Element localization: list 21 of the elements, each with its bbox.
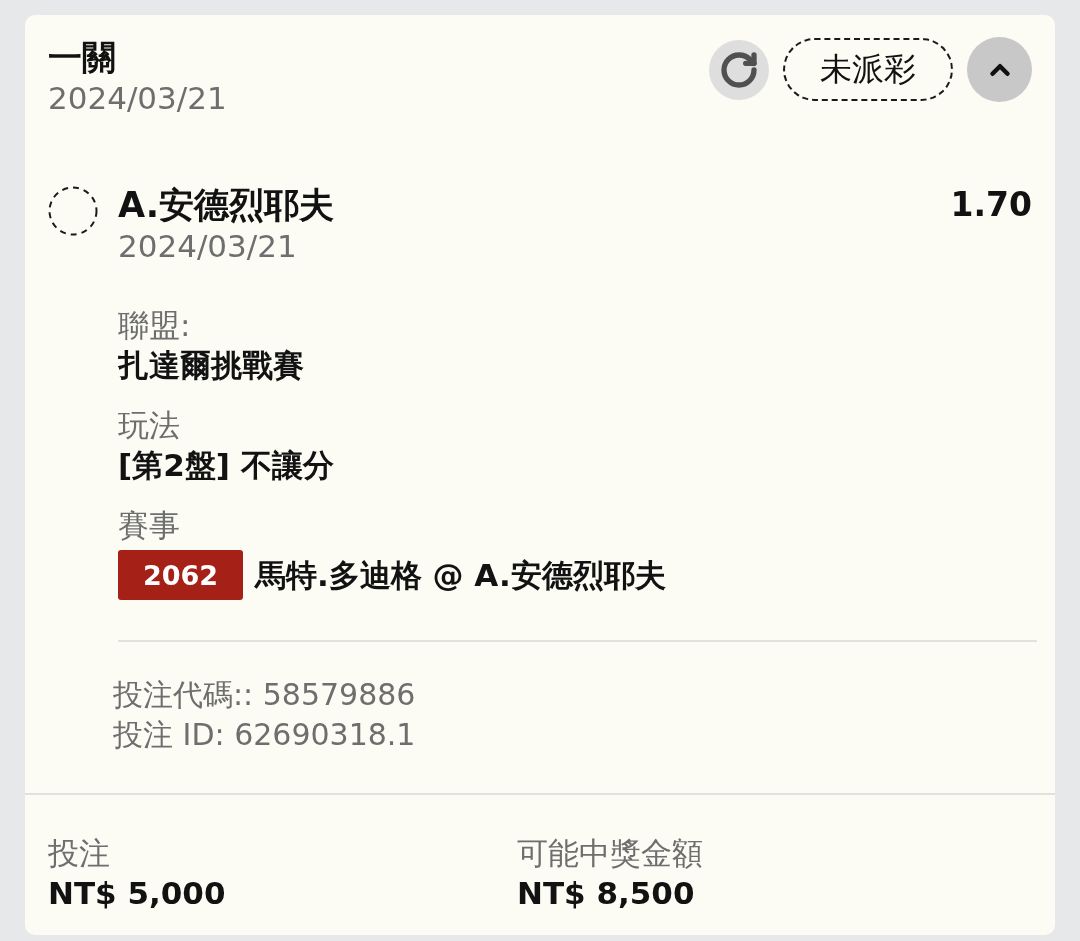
summary-label: 投注: [48, 834, 111, 873]
refresh-icon: [719, 49, 759, 90]
detail-label: 聯盟:: [118, 306, 192, 345]
status-tag: 未派彩: [783, 38, 953, 101]
match-name: 馬特.多迪格 @ A.安德烈耶夫: [255, 556, 666, 595]
bet-reference: 投注代碼:: 58579886: [113, 676, 417, 714]
summary-label: 可能中獎金額: [517, 834, 704, 873]
detail-label: 賽事: [118, 506, 181, 545]
detail-value: [第2盤] 不讓分: [118, 446, 335, 485]
bet-type-title: 一關: [48, 36, 117, 79]
bet-date: 2024/03/21: [48, 79, 227, 117]
summary-value: NT$ 8,500: [517, 874, 696, 913]
selection-date: 2024/03/21: [118, 227, 298, 265]
bet-reference: 投注 ID: 62690318.1: [113, 716, 417, 754]
detail-label: 玩法: [118, 406, 181, 445]
selection-name: A.安德烈耶夫: [118, 184, 336, 227]
dashed-circle-icon: [48, 186, 98, 236]
match-number-badge: 2062: [118, 550, 243, 600]
detail-value: 扎達爾挑戰賽: [118, 346, 305, 385]
summary-value: NT$ 5,000: [48, 874, 227, 913]
odds-value: 1.70: [950, 184, 1032, 226]
